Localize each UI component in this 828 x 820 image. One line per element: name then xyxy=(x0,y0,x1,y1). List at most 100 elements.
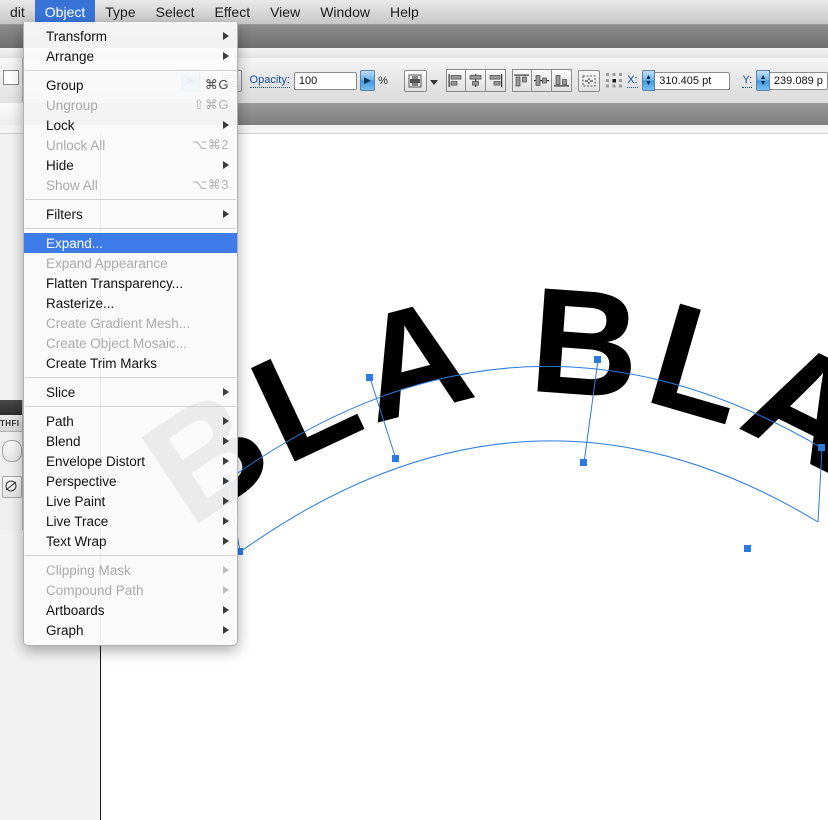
menu-item-unlock-all: Unlock All ⌥⌘2 xyxy=(24,135,237,155)
menu-item-label: Group xyxy=(46,77,84,93)
menu-item-arrange[interactable]: Arrange xyxy=(24,46,237,66)
menu-item-label: Live Trace xyxy=(46,513,109,529)
menu-item-label: Slice xyxy=(46,384,76,400)
submenu-arrow-icon xyxy=(223,477,229,485)
submenu-arrow-icon xyxy=(223,161,229,169)
menu-item-filters[interactable]: Filters xyxy=(24,204,237,224)
pathfinder-panel[interactable]: THFI xyxy=(0,400,23,530)
menu-item-label: Clipping Mask xyxy=(46,562,131,578)
menu-item-label: Text Wrap xyxy=(46,533,107,549)
menu-separator xyxy=(25,377,236,378)
pathfinder-panel-tab-label[interactable]: THFI xyxy=(0,415,22,432)
object-menu-dropdown: Transform Arrange Group ⌘G Ungroup ⇧⌘G Lock Unl… xyxy=(23,22,238,646)
menu-separator xyxy=(25,406,236,407)
menu-item-flatten-transparency[interactable]: Flatten Transparency... xyxy=(24,273,237,293)
menu-item-hide[interactable]: Hide xyxy=(24,155,237,175)
align-right-button[interactable] xyxy=(484,69,506,92)
submenu-arrow-icon xyxy=(223,388,229,396)
align-top-button[interactable] xyxy=(511,69,533,92)
menu-item-label: Transform xyxy=(46,28,108,44)
submenu-arrow-icon xyxy=(223,437,229,445)
submenu-arrow-icon xyxy=(223,497,229,505)
pathfinder-panel-titlebar[interactable] xyxy=(0,400,22,415)
y-coordinate-label[interactable]: Y: xyxy=(742,74,753,88)
transform-panel-icon[interactable] xyxy=(577,69,600,92)
menu-item-live-trace[interactable]: Live Trace xyxy=(24,511,237,531)
menu-item-expand-appearance: Expand Appearance xyxy=(24,253,237,273)
menu-item-label: Path xyxy=(46,413,74,429)
menu-item-perspective[interactable]: Perspective xyxy=(24,471,237,491)
align-bottom-button[interactable] xyxy=(551,69,572,92)
opacity-label[interactable]: Opacity: xyxy=(249,74,290,88)
menu-item-path[interactable]: Path xyxy=(24,411,237,431)
align-left-button[interactable] xyxy=(445,69,467,92)
menubar-item-select[interactable]: Select xyxy=(146,0,205,24)
pathfinder-divide-button[interactable] xyxy=(2,476,22,498)
fill-swatch-icon[interactable] xyxy=(3,70,19,85)
menu-item-show-all: Show All ⌥⌘3 xyxy=(24,175,237,195)
submenu-arrow-icon xyxy=(223,417,229,425)
menu-item-compound-path: Compound Path xyxy=(24,580,237,600)
menu-item-rasterize[interactable]: Rasterize... xyxy=(24,293,237,313)
menu-item-group[interactable]: Group ⌘G xyxy=(24,75,237,95)
menu-item-text-wrap[interactable]: Text Wrap xyxy=(24,531,237,551)
align-to-selection-icon[interactable] xyxy=(404,69,427,92)
menu-item-lock[interactable]: Lock xyxy=(24,115,237,135)
reference-point-icon[interactable] xyxy=(606,71,623,91)
menu-item-slice[interactable]: Slice xyxy=(24,382,237,402)
menubar-item-effect[interactable]: Effect xyxy=(205,0,261,24)
align-middle-vertical-button[interactable] xyxy=(531,69,553,92)
menu-item-label: Flatten Transparency... xyxy=(46,275,184,291)
menu-item-blend[interactable]: Blend xyxy=(24,431,237,451)
menu-item-label: Live Paint xyxy=(46,493,106,509)
submenu-arrow-icon xyxy=(223,517,229,525)
menu-item-envelope-distort[interactable]: Envelope Distort xyxy=(24,451,237,471)
opacity-input[interactable]: 100 xyxy=(293,71,357,90)
menu-item-label: Create Trim Marks xyxy=(46,355,158,371)
chevron-down-icon[interactable] xyxy=(429,80,438,85)
menu-item-label: Create Gradient Mesh... xyxy=(46,315,191,331)
menu-separator xyxy=(25,228,236,229)
menu-item-create-trim-marks[interactable]: Create Trim Marks xyxy=(24,353,237,373)
y-stepper[interactable]: ▲ ▼ xyxy=(756,70,770,91)
menubar-item-window[interactable]: Window xyxy=(310,0,380,24)
x-stepper[interactable]: ▲ ▼ xyxy=(641,70,656,91)
menubar-item-edit[interactable]: dit xyxy=(0,0,35,24)
menu-item-label: Artboards xyxy=(46,602,105,618)
menubar-item-object[interactable]: Object xyxy=(34,0,96,24)
menu-item-label: Ungroup xyxy=(46,97,98,113)
menu-item-shortcut: ⇧⌘G xyxy=(193,97,229,112)
menu-item-label: Compound Path xyxy=(46,582,144,598)
menubar-item-view[interactable]: View xyxy=(260,0,310,24)
left-tool-strip[interactable] xyxy=(0,58,23,103)
menu-item-label: Perspective xyxy=(46,473,117,489)
menubar-item-type[interactable]: Type xyxy=(95,0,145,24)
opacity-spin-icon[interactable]: ▶ xyxy=(359,70,376,91)
menu-item-label: Filters xyxy=(46,206,83,222)
menu-item-label: Rasterize... xyxy=(46,295,115,311)
align-center-horizontal-button[interactable] xyxy=(465,69,486,92)
x-coordinate-label[interactable]: X: xyxy=(627,74,638,88)
menu-item-label: Expand Appearance xyxy=(46,255,168,271)
y-coordinate-input[interactable]: 239.089 p xyxy=(769,71,828,90)
menu-item-clipping-mask: Clipping Mask xyxy=(24,560,237,580)
menubar-item-help[interactable]: Help xyxy=(380,0,429,24)
pathfinder-unite-button[interactable] xyxy=(2,440,22,462)
menu-item-expand[interactable]: Expand... xyxy=(24,233,237,253)
x-coordinate-input[interactable]: 310.405 pt xyxy=(655,71,731,90)
menu-item-graph[interactable]: Graph xyxy=(24,620,237,640)
submenu-arrow-icon xyxy=(223,626,229,634)
menu-separator xyxy=(25,555,236,556)
menu-item-shortcut: ⌥⌘2 xyxy=(192,137,229,152)
menu-item-shortcut: ⌥⌘3 xyxy=(192,177,229,192)
menu-item-create-gradient-mesh: Create Gradient Mesh... xyxy=(24,313,237,333)
menu-item-label: Create Object Mosaic... xyxy=(46,335,188,351)
menu-item-artboards[interactable]: Artboards xyxy=(24,600,237,620)
submenu-arrow-icon xyxy=(223,566,229,574)
menu-item-live-paint[interactable]: Live Paint xyxy=(24,491,237,511)
menu-item-label: Expand... xyxy=(46,235,104,251)
menu-item-transform[interactable]: Transform xyxy=(24,26,237,46)
submenu-arrow-icon xyxy=(223,606,229,614)
illustrator-window: BLA BLA xyxy=(0,0,828,820)
menu-item-label: Blend xyxy=(46,433,81,449)
